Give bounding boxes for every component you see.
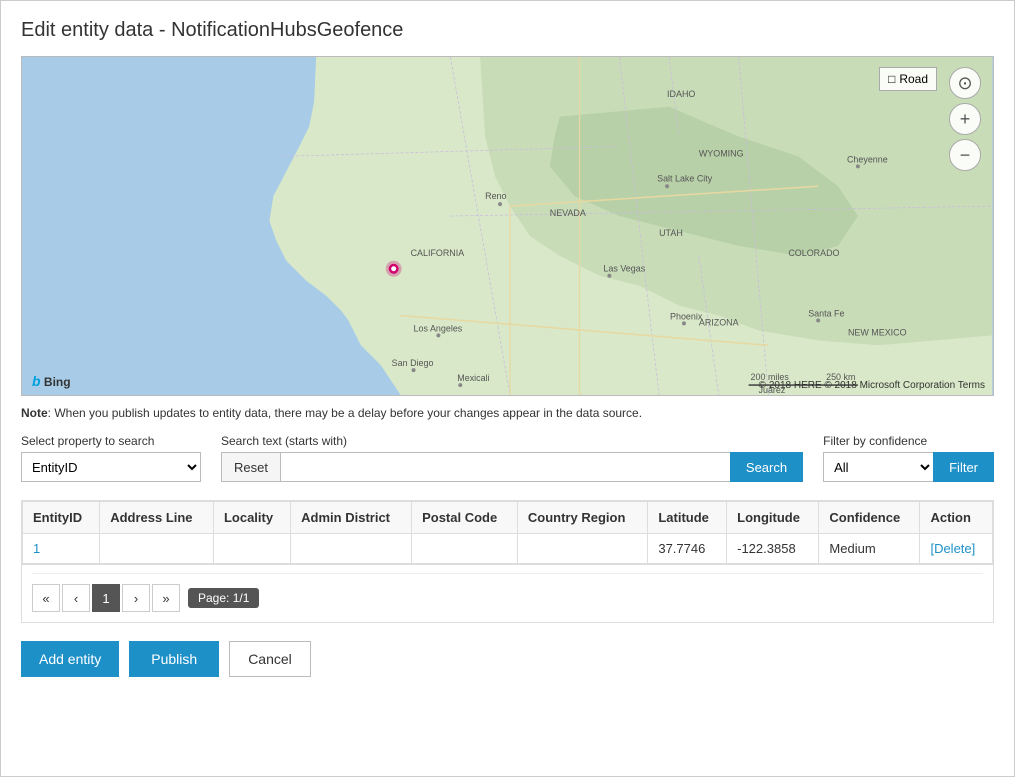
last-page-button[interactable]: » [152,584,180,612]
col-locality: Locality [213,502,290,534]
locate-icon: ⊙ [957,73,972,94]
pagination-section: « ‹ 1 › » Page: 1/1 [21,565,994,623]
svg-text:CALIFORNIA: CALIFORNIA [411,248,465,258]
cell-action: [Delete] [920,534,993,564]
cell-confidence: Medium [819,534,920,564]
cell-postal-code [412,534,518,564]
cell-locality [213,534,290,564]
publish-button[interactable]: Publish [129,641,219,677]
svg-text:ARIZONA: ARIZONA [699,317,739,327]
main-window: Edit entity data - NotificationHubsGeofe… [0,0,1015,777]
col-postal-code: Postal Code [412,502,518,534]
col-confidence: Confidence [819,502,920,534]
property-select[interactable]: EntityID [21,452,201,482]
road-icon: □ [888,72,895,86]
svg-text:NEVADA: NEVADA [550,208,586,218]
zoom-out-button[interactable]: − [949,139,981,171]
filter-button[interactable]: Filter [933,452,994,482]
cell-longitude: -122.3858 [727,534,819,564]
col-latitude: Latitude [648,502,727,534]
col-admin-district: Admin District [291,502,412,534]
search-text-group: Search text (starts with) Reset Search [221,434,803,482]
locate-button[interactable]: ⊙ [949,67,981,99]
data-table: EntityID Address Line Locality Admin Dis… [22,501,993,564]
page-info: Page: 1/1 [188,588,259,608]
table-header: EntityID Address Line Locality Admin Dis… [23,502,993,534]
svg-text:NEW MEXICO: NEW MEXICO [848,327,907,337]
svg-text:UTAH: UTAH [659,228,683,238]
table-body: 1 37.7746 -122.3858 Medium [Delete] [23,534,993,564]
search-input[interactable] [280,452,730,482]
zoom-out-icon: − [960,145,971,166]
search-button[interactable]: Search [730,452,803,482]
pagination-row: « ‹ 1 › » Page: 1/1 [32,573,983,616]
col-longitude: Longitude [727,502,819,534]
svg-text:Reno: Reno [485,191,506,201]
current-page-button[interactable]: 1 [92,584,120,612]
cell-country-region [517,534,647,564]
bing-logo: b Bing [32,373,71,389]
map-container[interactable]: CALIFORNIA NEVADA UTAH COLORADO ARIZONA … [21,56,994,396]
cell-admin-district [291,534,412,564]
cell-entity-id: 1 [23,534,100,564]
svg-text:Mexicali: Mexicali [457,373,489,383]
map-type-button[interactable]: □ Road [879,67,937,91]
table-row: 1 37.7746 -122.3858 Medium [Delete] [23,534,993,564]
cell-latitude: 37.7746 [648,534,727,564]
svg-text:Las Vegas: Las Vegas [603,264,645,274]
action-row: Add entity Publish Cancel [21,641,994,677]
svg-text:IDAHO: IDAHO [667,89,695,99]
filter-row: All Filter [823,452,994,482]
property-label: Select property to search [21,434,201,448]
map-type-label: Road [899,72,928,86]
filter-label: Filter by confidence [823,434,994,448]
search-row: Select property to search EntityID Searc… [21,434,994,482]
reset-button[interactable]: Reset [221,452,280,482]
zoom-in-icon: + [960,109,971,130]
map-controls: ⊙ + − [949,67,981,171]
add-entity-button[interactable]: Add entity [21,641,119,677]
svg-text:Phoenix: Phoenix [670,311,703,321]
table-wrapper: EntityID Address Line Locality Admin Dis… [21,500,994,565]
property-select-group: Select property to search EntityID [21,434,201,482]
svg-text:WYOMING: WYOMING [699,148,744,158]
svg-text:Cheyenne: Cheyenne [847,154,888,164]
svg-text:San Diego: San Diego [392,358,434,368]
search-input-row: Reset Search [221,452,803,482]
next-page-button[interactable]: › [122,584,150,612]
note-text: Note: When you publish updates to entity… [21,406,994,420]
col-entity-id: EntityID [23,502,100,534]
map-attribution: © 2018 HERE © 2018 Microsoft Corporation… [759,380,985,391]
filter-select[interactable]: All [823,452,933,482]
zoom-in-button[interactable]: + [949,103,981,135]
prev-page-button[interactable]: ‹ [62,584,90,612]
cancel-button[interactable]: Cancel [229,641,311,677]
page-title: Edit entity data - NotificationHubsGeofe… [21,19,994,42]
col-address-line: Address Line [100,502,214,534]
svg-text:Santa Fe: Santa Fe [808,308,844,318]
search-text-label: Search text (starts with) [221,434,803,448]
col-action: Action [920,502,993,534]
entity-id-link[interactable]: 1 [33,541,40,556]
filter-group: Filter by confidence All Filter [823,434,994,482]
first-page-button[interactable]: « [32,584,60,612]
svg-text:Los Angeles: Los Angeles [414,323,463,333]
col-country-region: Country Region [517,502,647,534]
cell-address-line [100,534,214,564]
svg-text:Salt Lake City: Salt Lake City [657,173,713,183]
svg-text:COLORADO: COLORADO [788,248,839,258]
header-row: EntityID Address Line Locality Admin Dis… [23,502,993,534]
delete-link[interactable]: [Delete] [930,541,975,556]
